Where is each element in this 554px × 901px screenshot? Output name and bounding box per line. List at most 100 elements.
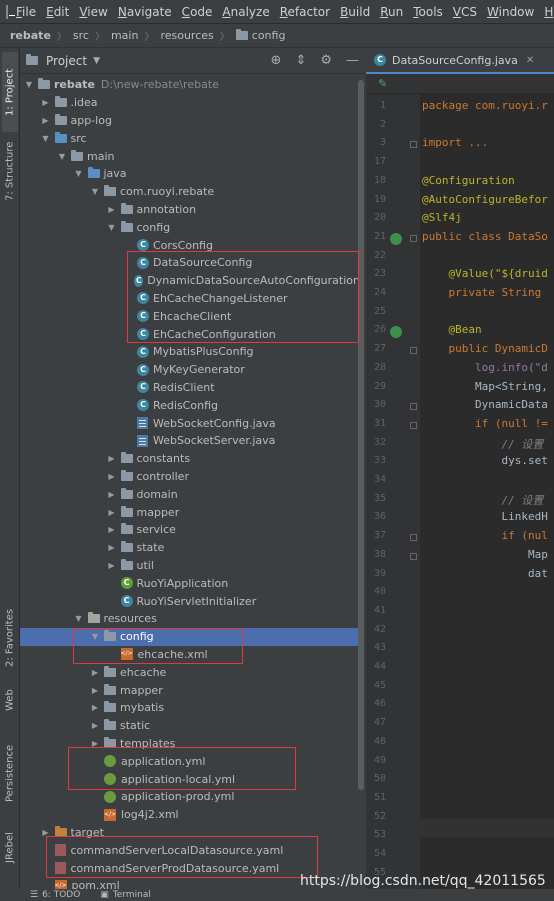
tree-item[interactable]: commandServerLocalDatasource.yaml <box>20 841 360 859</box>
hide-icon[interactable]: — <box>346 53 359 68</box>
tree-item[interactable]: application-local.yml <box>20 770 360 788</box>
tool-tab-structure[interactable]: 7: Structure <box>2 136 18 206</box>
tool-tab-project[interactable]: 1: Project <box>2 52 18 132</box>
tree-item[interactable]: ▼ java <box>20 165 360 183</box>
collapsed-arrow-icon[interactable]: ▶ <box>90 668 100 677</box>
collapsed-arrow-icon[interactable]: ▶ <box>107 454 117 463</box>
locate-icon[interactable]: ⊕ <box>271 53 282 68</box>
gear-icon[interactable]: ⚙ <box>320 53 332 68</box>
tree-item[interactable]: C DataSourceConfig <box>20 254 360 272</box>
tree-item[interactable]: WebSocketConfig.java <box>20 414 360 432</box>
collapsed-arrow-icon[interactable]: ▶ <box>107 525 117 534</box>
fold-marker-icon[interactable] <box>410 534 417 542</box>
tree-item[interactable]: C MyKeyGenerator <box>20 361 360 379</box>
tree-item[interactable]: ▶ controller <box>20 468 360 486</box>
collapsed-arrow-icon[interactable]: ▶ <box>90 703 100 712</box>
run-config-icon[interactable]: ✎ <box>378 77 387 90</box>
editor-tab[interactable]: C DataSourceConfig.java ✕ <box>366 48 554 74</box>
tree-item[interactable]: C MybatisPlusConfig <box>20 343 360 361</box>
menu-vcs[interactable]: VCS <box>453 5 477 19</box>
menu-navigate[interactable]: Navigate <box>118 5 172 19</box>
menu-analyze[interactable]: Analyze <box>222 5 269 19</box>
tree-item[interactable]: ▶ mapper <box>20 681 360 699</box>
breadcrumb-item-rebate[interactable]: rebate <box>10 29 51 42</box>
fold-marker-icon[interactable] <box>410 141 417 149</box>
tree-item[interactable]: C RuoYiServletInitializer <box>20 592 360 610</box>
tree-item[interactable]: ▶ util <box>20 557 360 575</box>
tool-tab-favorites[interactable]: 2: Favorites <box>2 603 18 673</box>
tool-tab-todo[interactable]: 6: TODO <box>42 890 80 900</box>
breadcrumb-item-main[interactable]: main <box>111 29 138 42</box>
tree-item[interactable]: ▶ constants <box>20 450 360 468</box>
tree-item[interactable]: C RedisClient <box>20 379 360 397</box>
tree-item[interactable]: ▼ src <box>20 129 360 147</box>
tree-item[interactable]: ▶ service <box>20 521 360 539</box>
fold-marker-icon[interactable] <box>410 403 417 411</box>
menu-run[interactable]: Run <box>380 5 403 19</box>
tree-item[interactable]: ▼ resources <box>20 610 360 628</box>
spring-bean-icon[interactable] <box>390 232 402 245</box>
tool-tab-persistence[interactable]: Persistence <box>2 738 18 808</box>
tree-item[interactable]: application.yml <box>20 752 360 770</box>
expanded-arrow-icon[interactable]: ▼ <box>24 80 34 89</box>
tree-item[interactable]: C RedisConfig <box>20 396 360 414</box>
breadcrumb-item-resources[interactable]: resources <box>160 29 213 42</box>
collapsed-arrow-icon[interactable]: ▶ <box>90 739 100 748</box>
collapsed-arrow-icon[interactable]: ▶ <box>41 828 51 837</box>
tree-item[interactable]: ▶ state <box>20 539 360 557</box>
expanded-arrow-icon[interactable]: ▼ <box>57 152 67 161</box>
tree-item[interactable]: C EhCacheConfiguration <box>20 325 360 343</box>
tree-item[interactable]: ▼ config <box>20 627 360 646</box>
tree-item[interactable]: </> log4j2.xml <box>20 806 360 824</box>
tree-item[interactable]: ▶ app-log <box>20 112 360 130</box>
tool-tab-web[interactable]: Web <box>2 680 18 720</box>
expanded-arrow-icon[interactable]: ▼ <box>90 632 100 641</box>
collapsed-arrow-icon[interactable]: ▶ <box>107 561 117 570</box>
tree-item[interactable]: ▶ .idea <box>20 94 360 112</box>
collapsed-arrow-icon[interactable]: ▶ <box>90 686 100 695</box>
collapsed-arrow-icon[interactable]: ▶ <box>41 116 51 125</box>
menu-refactor[interactable]: Refactor <box>280 5 330 19</box>
tree-item[interactable]: C DynamicDataSourceAutoConfiguration <box>20 272 360 290</box>
tool-tab-terminal[interactable]: Terminal <box>113 890 151 900</box>
menu-view[interactable]: View <box>79 5 107 19</box>
fold-marker-icon[interactable] <box>410 347 417 355</box>
expanded-arrow-icon[interactable]: ▼ <box>107 223 117 232</box>
tree-item[interactable]: ▶ annotation <box>20 201 360 219</box>
collapse-all-icon[interactable]: ⇕ <box>295 53 306 68</box>
menu-code[interactable]: Code <box>182 5 213 19</box>
tree-item[interactable]: application-prod.yml <box>20 788 360 806</box>
menu-build[interactable]: Build <box>340 5 370 19</box>
tree-item[interactable]: ▶ static <box>20 717 360 735</box>
scrollbar-thumb[interactable] <box>358 80 364 790</box>
tree-item[interactable]: </> ehcache.xml <box>20 646 360 664</box>
expanded-arrow-icon[interactable]: ▼ <box>74 169 84 178</box>
project-view-selector[interactable]: Project <box>46 54 87 68</box>
tree-item[interactable]: ▶ ehcache <box>20 663 360 681</box>
tree-item[interactable]: ▼ main <box>20 147 360 165</box>
tree-item[interactable]: WebSocketServer.java <box>20 432 360 450</box>
expanded-arrow-icon[interactable]: ▼ <box>74 614 84 623</box>
tree-item[interactable]: ▶ domain <box>20 485 360 503</box>
fold-marker-icon[interactable] <box>410 552 417 560</box>
close-icon[interactable]: ✕ <box>526 55 534 66</box>
menu-help[interactable]: Help <box>544 5 554 19</box>
collapsed-arrow-icon[interactable]: ▶ <box>107 508 117 517</box>
tree-item[interactable]: ▼ com.ruoyi.rebate <box>20 183 360 201</box>
spring-bean-icon[interactable] <box>390 326 402 339</box>
menu-window[interactable]: Window <box>487 5 534 19</box>
collapsed-arrow-icon[interactable]: ▶ <box>41 98 51 107</box>
dropdown-arrow-icon[interactable]: ▼ <box>93 56 100 66</box>
collapsed-arrow-icon[interactable]: ▶ <box>107 205 117 214</box>
fold-marker-icon[interactable] <box>410 234 417 242</box>
tree-item[interactable]: ▶ target <box>20 824 360 842</box>
expanded-arrow-icon[interactable]: ▼ <box>90 187 100 196</box>
tree-item[interactable]: ▶ templates <box>20 735 360 753</box>
tree-item[interactable]: ▶ mybatis <box>20 699 360 717</box>
menu-tools[interactable]: Tools <box>413 5 443 19</box>
breadcrumb-item-src[interactable]: src <box>73 29 89 42</box>
collapsed-arrow-icon[interactable]: ▶ <box>107 472 117 481</box>
menu-edit[interactable]: Edit <box>46 5 69 19</box>
tree-item[interactable]: ▼ rebate D:\new-rebate\rebate <box>20 76 360 94</box>
tree-item[interactable]: C EhcacheClient <box>20 307 360 325</box>
